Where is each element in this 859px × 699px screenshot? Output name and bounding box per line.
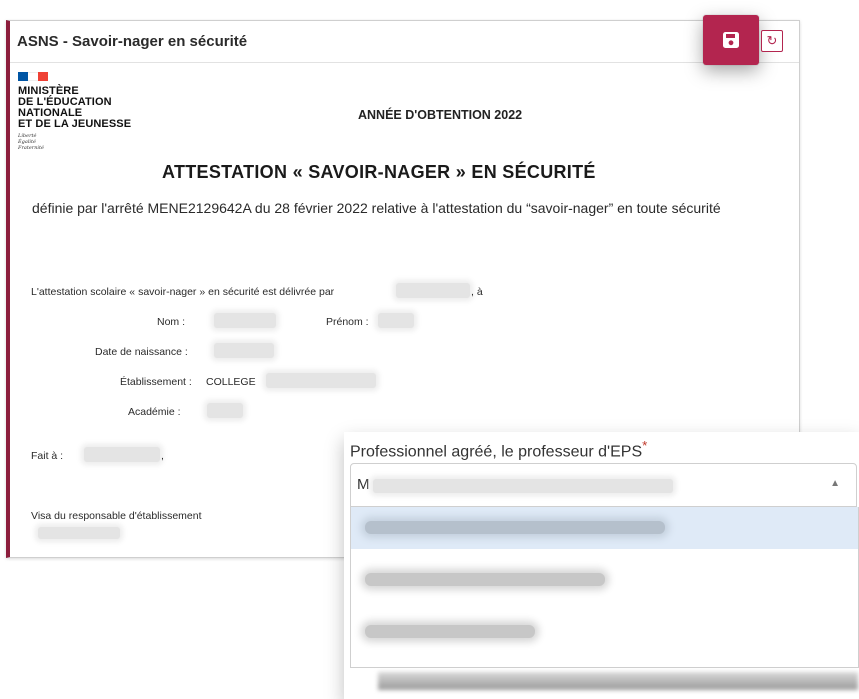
eps-teacher-label-text: Professionnel agréé, le professeur d'EPS bbox=[350, 443, 643, 461]
redacted-school-name bbox=[266, 373, 376, 388]
required-asterisk: * bbox=[642, 438, 648, 453]
logo-line-4: ET DE LA JEUNESSE bbox=[18, 118, 132, 130]
redacted-dob bbox=[214, 343, 274, 358]
eps-teacher-label: Professionnel agréé, le professeur d'EPS… bbox=[350, 438, 647, 461]
redacted-place bbox=[84, 447, 160, 462]
eps-teacher-options bbox=[350, 507, 859, 668]
redacted-option-name bbox=[365, 625, 535, 638]
school-value: COLLEGE bbox=[206, 376, 256, 388]
nom-label: Nom : bbox=[157, 316, 186, 328]
eps-teacher-dropdown-zoom: Professionnel agréé, le professeur d'EPS… bbox=[344, 432, 859, 699]
ministry-logo: MINISTÈRE DE L'ÉDUCATION NATIONALE ET DE… bbox=[18, 72, 138, 151]
french-flag-icon bbox=[18, 72, 48, 81]
chevron-up-icon[interactable]: ▲ bbox=[830, 478, 840, 489]
eps-teacher-selected-value: M bbox=[357, 476, 370, 493]
redacted-option-name bbox=[365, 521, 665, 534]
dropdown-shadow bbox=[378, 672, 858, 690]
school-label: Établissement : bbox=[120, 376, 192, 388]
save-button[interactable] bbox=[703, 15, 759, 65]
undo-icon: ↻ bbox=[766, 33, 778, 48]
document-subtitle: définie par l'arrêté MENE2129642A du 28 … bbox=[32, 200, 721, 216]
eps-teacher-select[interactable]: M ▲ bbox=[350, 463, 857, 507]
year-label: ANNÉE D'OBTENTION 2022 bbox=[358, 108, 523, 122]
undo-button[interactable]: ↻ bbox=[761, 30, 783, 52]
eps-teacher-option[interactable] bbox=[351, 611, 858, 653]
redacted-nom bbox=[214, 313, 276, 328]
delivered-suffix: , à bbox=[471, 286, 483, 298]
document-title: ATTESTATION « SAVOIR-NAGER » EN SÉCURITÉ bbox=[162, 162, 596, 182]
redacted-selected-name bbox=[373, 479, 673, 493]
redacted-prenom bbox=[378, 313, 414, 328]
eps-teacher-option[interactable] bbox=[351, 559, 858, 601]
floppy-disk-icon bbox=[723, 32, 739, 48]
academy-label: Académie : bbox=[128, 406, 181, 418]
redacted-visa bbox=[38, 527, 120, 539]
place-label: Fait à : bbox=[31, 450, 64, 462]
redacted-academy bbox=[207, 403, 243, 418]
prenom-label: Prénom : bbox=[326, 316, 369, 328]
panel-title: ASNS - Savoir-nager en sécurité bbox=[10, 21, 799, 63]
dob-label: Date de naissance : bbox=[95, 346, 188, 358]
delivered-by-text: L'attestation scolaire « savoir-nager » … bbox=[31, 286, 335, 298]
redacted-option-name bbox=[365, 573, 605, 586]
visa-label: Visa du responsable d'établissement bbox=[31, 510, 202, 522]
redacted-school bbox=[396, 283, 470, 298]
place-suffix: , bbox=[161, 450, 164, 462]
eps-teacher-option[interactable] bbox=[351, 507, 858, 549]
logo-motto-3: Fraternité bbox=[18, 145, 44, 151]
